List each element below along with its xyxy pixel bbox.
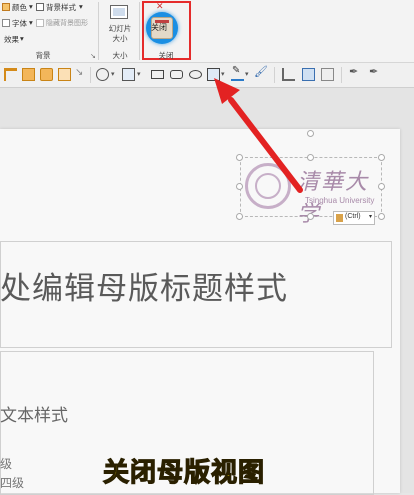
tutorial-caption: 关闭母版视图 — [102, 457, 266, 488]
red-arrow-annotation — [214, 78, 303, 193]
